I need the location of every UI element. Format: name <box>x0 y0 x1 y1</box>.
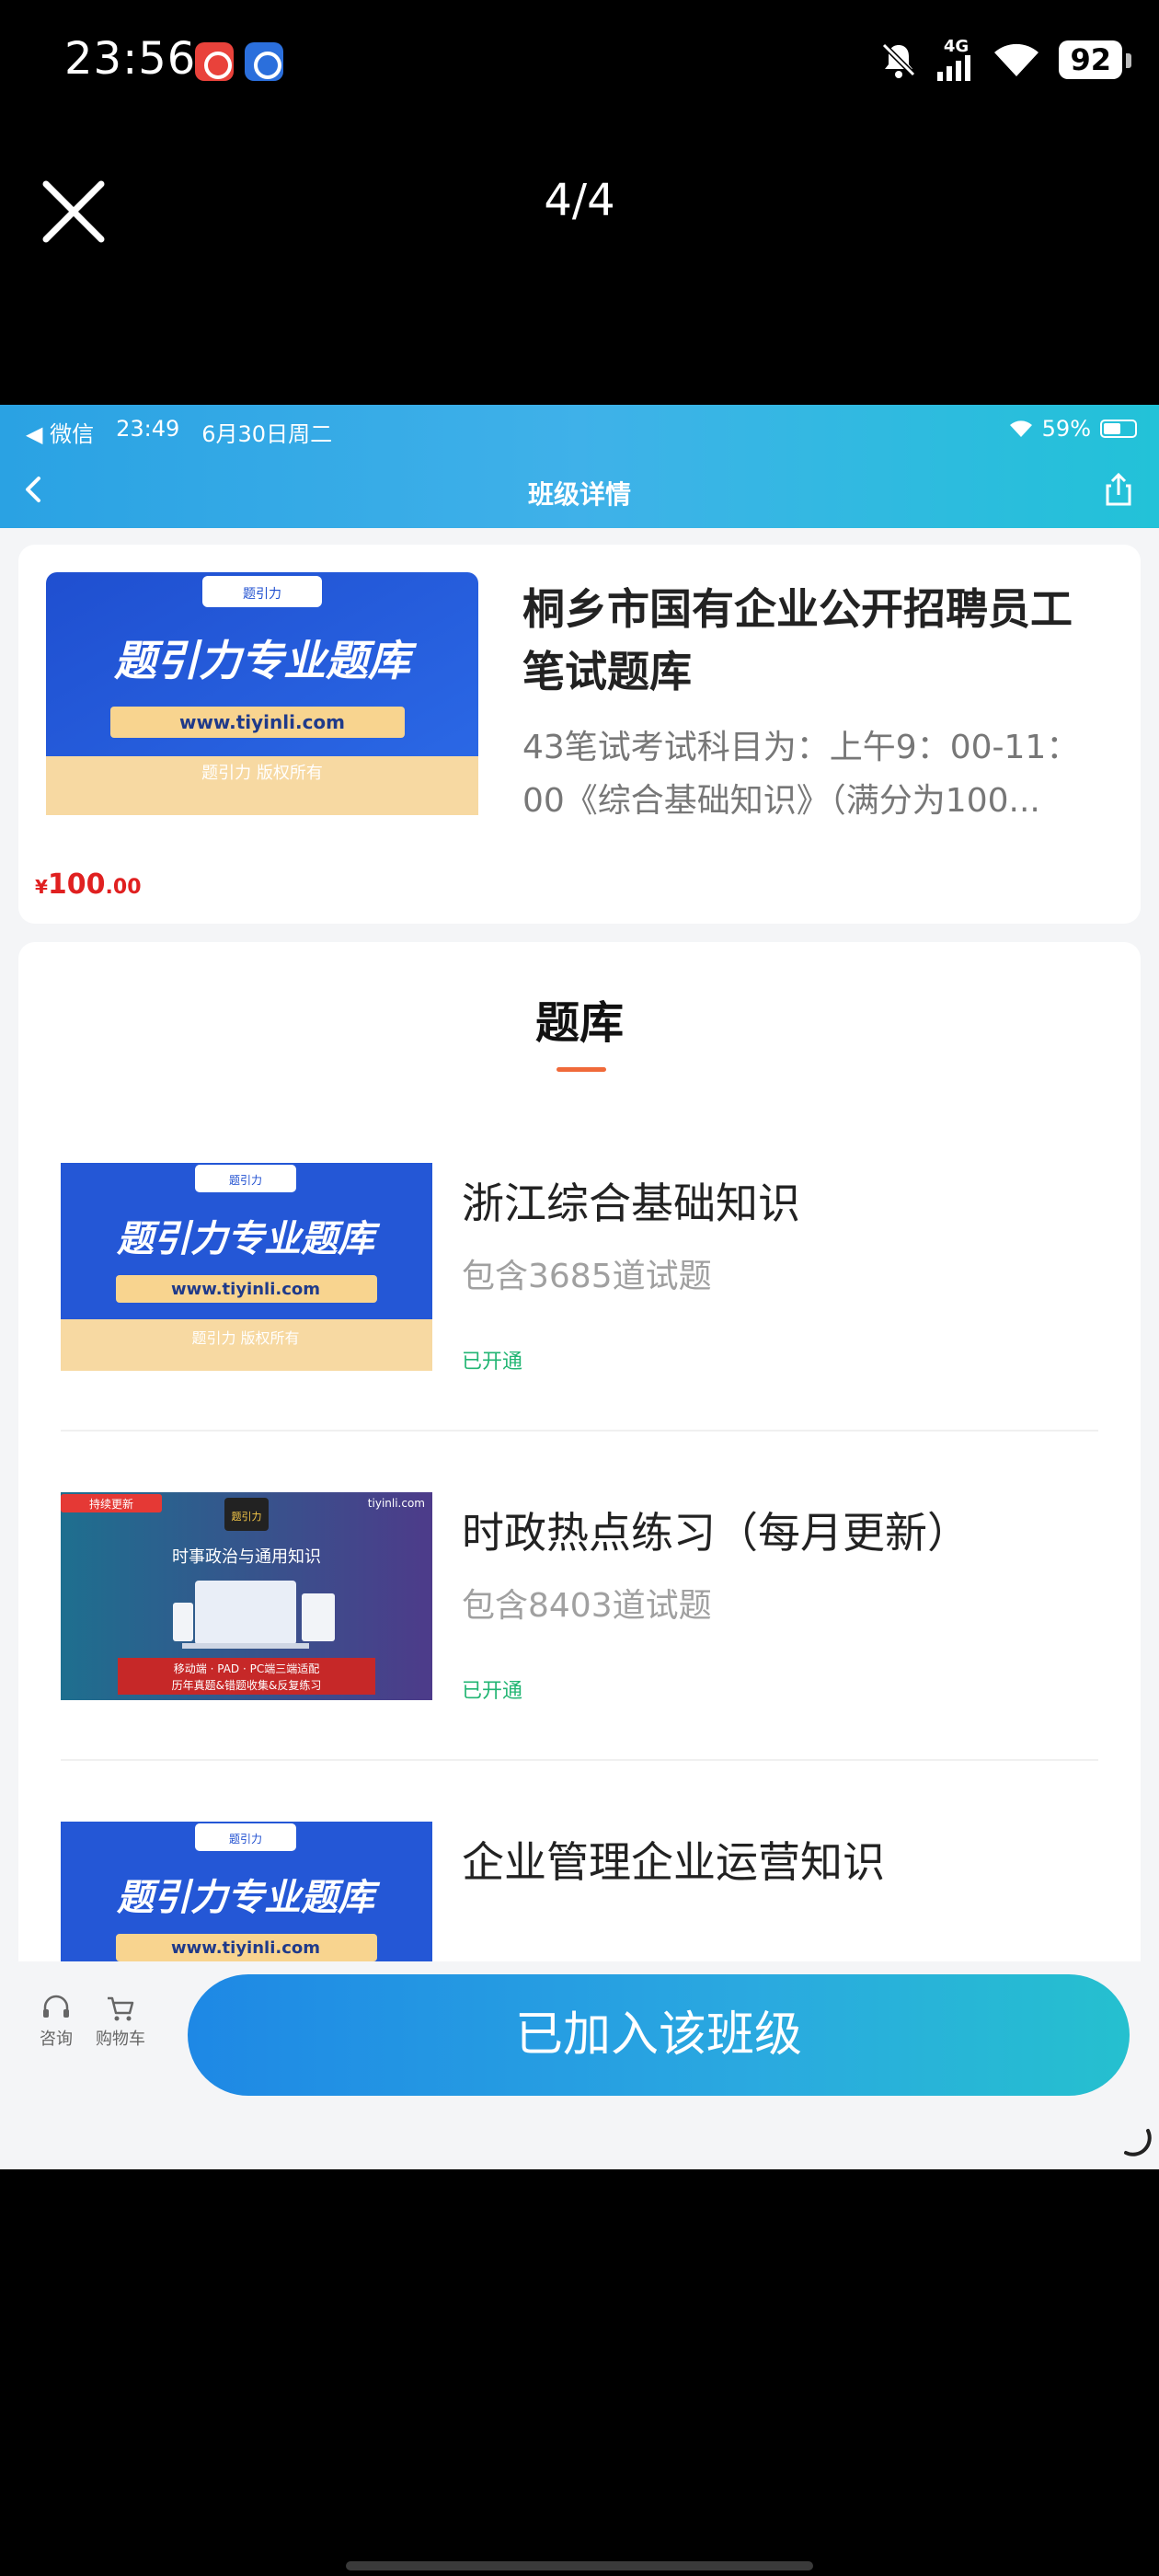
signal-icon: 4G <box>937 39 974 81</box>
section-heading: 题库 <box>534 997 624 1049</box>
svg-text:题引力: 题引力 <box>232 1510 262 1523</box>
course-price: ¥100.00 <box>35 868 142 901</box>
status-time: 23:56 <box>64 33 197 85</box>
screenshot-image: ◀ 微信 23:49 6月30日周二 59% 班级详情 题引力 题引力专业题库 … <box>0 405 1159 2169</box>
svg-text:题引力专业题库: 题引力专业题库 <box>116 1877 381 1919</box>
item-title: 浙江综合基础知识 <box>462 1179 800 1228</box>
item-thumbnail: 持续更新 tiyinli.com 题引力 时事政治与通用知识 移动端 · PAD… <box>61 1492 432 1700</box>
price-decimal: .00 <box>105 876 142 899</box>
price-currency: ¥ <box>35 876 48 898</box>
course-thumbnail: 题引力 题引力专业题库 www.tiyinli.com 题引力 版权所有 <box>46 572 478 815</box>
item-count: 包含3685道试题 <box>462 1258 712 1295</box>
bell-muted-icon <box>882 42 916 78</box>
share-icon[interactable] <box>1100 471 1137 508</box>
status-bar: 23:56 4G 92 <box>0 0 1159 120</box>
battery-icon: 92 <box>1059 40 1131 79</box>
app-notification-icon <box>195 42 234 81</box>
svg-text:www.tiyinli.com: www.tiyinli.com <box>171 1938 320 1958</box>
svg-text:www.tiyinli.com: www.tiyinli.com <box>171 1280 320 1299</box>
bottom-action-bar: 咨询 购物车 已加入该班级 <box>0 1961 1159 2169</box>
page-title: 班级详情 <box>527 479 631 510</box>
image-counter: 4/4 <box>544 175 615 226</box>
heading-underline <box>557 1067 606 1072</box>
inner-header: ◀ 微信 23:49 6月30日周二 59% 班级详情 <box>0 405 1159 528</box>
joined-class-button[interactable]: 已加入该班级 <box>188 1974 1130 2096</box>
network-type: 4G <box>943 37 970 56</box>
svg-text:题引力专业题库: 题引力专业题库 <box>116 1218 381 1260</box>
course-description: 43笔试考试科目为：上午9：00-11：00《综合基础知识》（满分为100... <box>522 729 1080 820</box>
wifi-icon <box>994 43 1039 76</box>
svg-text:持续更新: 持续更新 <box>89 1497 133 1511</box>
inner-back-app: ◀ 微信 <box>26 421 95 447</box>
inner-date: 6月30日周二 <box>201 421 333 447</box>
cart-label: 购物车 <box>96 2030 145 2049</box>
wifi-icon <box>1009 420 1032 437</box>
svg-text:历年真题&错题收集&反复练习: 历年真题&错题收集&反复练习 <box>172 1678 322 1692</box>
divider <box>61 1759 1098 1761</box>
thumb-copyright: 题引力 版权所有 <box>201 764 323 783</box>
inner-time: 23:49 <box>116 416 180 442</box>
svg-text:移动端 · PAD · PC端三端适配: 移动端 · PAD · PC端三端适配 <box>174 1662 319 1675</box>
app-notification-icon <box>245 42 283 81</box>
item-title: 时政热点练习（每月更新） <box>462 1508 970 1558</box>
consult-label: 咨询 <box>40 2030 73 2049</box>
battery-icon <box>1100 420 1137 438</box>
thumb-headline: 题引力专业题库 <box>113 636 418 685</box>
headset-icon <box>43 1995 69 2018</box>
consult-button[interactable]: 咨询 <box>24 1995 88 2050</box>
thumb-brand: 题引力 <box>243 587 281 602</box>
cart-button[interactable]: 购物车 <box>88 1995 153 2050</box>
svg-text:题引力: 题引力 <box>229 1833 262 1846</box>
svg-text:tiyinli.com: tiyinli.com <box>368 1497 425 1510</box>
price-integer: 100 <box>47 868 106 901</box>
item-thumbnail: 题引力 题引力专业题库 www.tiyinli.com 题引力 版权所有 <box>61 1163 432 1371</box>
list-item[interactable]: 持续更新 tiyinli.com 题引力 时事政治与通用知识 移动端 · PAD… <box>18 1492 1141 1820</box>
svg-text:题引力: 题引力 <box>229 1174 262 1187</box>
item-title: 企业管理企业运营知识 <box>462 1837 885 1887</box>
course-title: 桐乡市国有企业公开招聘员工笔试题库 <box>522 584 1073 696</box>
course-card[interactable]: 题引力 题引力专业题库 www.tiyinli.com 题引力 版权所有 桐乡市… <box>18 545 1141 924</box>
svg-text:时事政治与通用知识: 时事政治与通用知识 <box>172 1547 321 1567</box>
svg-text:题引力 版权所有: 题引力 版权所有 <box>191 1329 299 1347</box>
item-status: 已开通 <box>462 1351 523 1374</box>
list-item[interactable]: 题引力 题引力专业题库 www.tiyinli.com 题引力 版权所有 浙江综… <box>18 1163 1141 1490</box>
home-indicator[interactable] <box>346 2561 813 2570</box>
inner-status-bar: ◀ 微信 23:49 6月30日周二 <box>26 416 332 448</box>
item-count: 包含8403道试题 <box>462 1587 712 1625</box>
item-status: 已开通 <box>462 1680 523 1703</box>
divider <box>61 1430 1098 1432</box>
inner-battery-text: 59% <box>1041 416 1091 442</box>
cart-icon <box>108 1996 134 2021</box>
inner-status-right: 59% <box>1009 416 1137 442</box>
thumb-url: www.tiyinli.com <box>179 711 345 733</box>
loading-spinner-icon <box>1124 2129 1152 2156</box>
